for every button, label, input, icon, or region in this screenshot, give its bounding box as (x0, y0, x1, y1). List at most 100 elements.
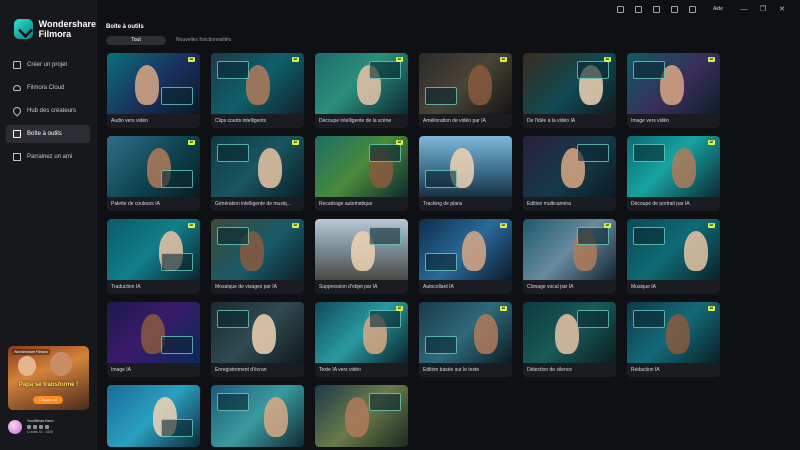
tool-thumbnail (107, 53, 200, 114)
tool-card-label: Amélioration de vidéo par IA (423, 118, 486, 124)
tool-card-screen-recording[interactable]: Enregistrement d'écran (211, 302, 304, 377)
tool-card-ai-object-removal[interactable]: Suppression d'objet par IA (315, 219, 408, 294)
badge-icon (45, 425, 49, 429)
tool-card-idea-to-video[interactable]: AI De l'idée à la vidéo IA (523, 53, 616, 128)
tool-card-ai-sticker[interactable]: AI Autocollant IA (419, 219, 512, 294)
tool-card-auto-reframe[interactable]: AI Recadrage automatique (315, 136, 408, 211)
tool-card-ai-face-mosaic[interactable]: AI Mosaïque de visages par IA (211, 219, 304, 294)
tool-card-image-to-video[interactable]: AI Image vers vidéo (627, 53, 720, 128)
gift-icon[interactable] (616, 5, 624, 13)
tool-card-row5-2[interactable] (211, 385, 304, 447)
ai-badge: AI (187, 223, 195, 228)
tool-card-planar-tracking[interactable]: Tracking de plans (419, 136, 512, 211)
headset-icon[interactable] (688, 5, 696, 13)
tool-card-label: Audio vers vidéo (111, 118, 148, 124)
tool-card-label: Palette de couleurs IA (111, 201, 160, 207)
tab-new-features[interactable]: Nouvelles fonctionnalités (166, 36, 241, 45)
tab-all[interactable]: Tout (106, 36, 166, 45)
tool-card-ai-text-to-video[interactable]: AI Texte IA vers vidéo (315, 302, 408, 377)
thumbnail-ui-panel (217, 393, 249, 411)
help-link[interactable]: Aide (713, 6, 723, 12)
tool-thumbnail (523, 53, 616, 114)
tool-card-smart-short-clips[interactable]: AI Clips courts intelligents (211, 53, 304, 128)
tool-card-label: Clips courts intelligents (215, 118, 267, 124)
user-name: Yourlifehas Neon (27, 419, 54, 423)
promo-button[interactable]: Cliquez ici (33, 396, 63, 404)
sidebar-item-creator-hub[interactable]: Hub des créateurs (6, 102, 90, 120)
badge-icon (39, 425, 43, 429)
tool-card-multicam-editing[interactable]: Édition multicaméra (523, 136, 616, 211)
titlebar: Aide — ❐ ✕ (610, 0, 800, 18)
tool-card-ai-music[interactable]: AI Musique IA (627, 219, 720, 294)
tool-thumbnail (107, 385, 200, 447)
grid-icon[interactable] (670, 5, 678, 13)
tool-card-row5-1[interactable] (107, 385, 200, 447)
ai-badge: AI (499, 223, 507, 228)
tool-card-label: Clonage vocal par IA (527, 284, 574, 290)
ai-badge: AI (187, 140, 195, 145)
tool-card-ai-video-enhancer[interactable]: AI Amélioration de vidéo par IA (419, 53, 512, 128)
tool-thumbnail (211, 219, 304, 280)
sidebar-item-create-project[interactable]: Créer un projet (6, 56, 90, 74)
badge-icon (33, 425, 37, 429)
minimize-button[interactable]: — (740, 6, 748, 13)
tab-bar: Tout Nouvelles fonctionnalités (106, 36, 241, 45)
tool-card-smart-music-generation[interactable]: AI Génération intelligente de musiq... (211, 136, 304, 211)
thumbnail-subject-image (345, 397, 369, 437)
tool-card-label: Génération intelligente de musiq... (215, 201, 291, 207)
filmora-app: Wondershare Filmora Créer un projet Film… (0, 0, 800, 450)
tool-card-label: Détection de silence (527, 367, 573, 373)
promo-banner[interactable]: Wondershare Filmora Papa se transforme !… (8, 346, 89, 410)
tool-card-silence-detection[interactable]: Détection de silence (523, 302, 616, 377)
ai-badge: AI (707, 140, 715, 145)
thumbnail-subject-image (684, 231, 708, 271)
ai-badge: AI (291, 140, 299, 145)
tool-card-text-based-editing[interactable]: AI Édition basée sur le texte (419, 302, 512, 377)
thumbnail-ui-panel (633, 310, 665, 328)
maximize-button[interactable]: ❐ (759, 5, 767, 13)
thumbnail-subject-image (555, 314, 579, 354)
thumbnail-ui-panel (161, 253, 193, 271)
ai-badge: AI (291, 223, 299, 228)
tool-card-ai-color-palette[interactable]: AI Palette de couleurs IA (107, 136, 200, 211)
tool-thumbnail (523, 302, 616, 363)
tool-card-audio-to-video[interactable]: AI Audio vers vidéo (107, 53, 200, 128)
sidebar-item-toolbox[interactable]: Boîte à outils (6, 125, 90, 143)
ai-badge: AI (603, 223, 611, 228)
ai-badge: AI (291, 57, 299, 62)
tool-card-row5-3[interactable] (315, 385, 408, 447)
tool-card-smart-scene-cut[interactable]: AI Découpe intelligente de la scène (315, 53, 408, 128)
ai-credits: Crédits IA : 1400 (27, 430, 53, 434)
cloud-icon (13, 85, 21, 91)
tool-card-ai-portrait-cutout[interactable]: AI Découpe de portrait par IA (627, 136, 720, 211)
cloud-icon[interactable] (652, 5, 660, 13)
tool-thumbnail (627, 219, 720, 280)
tool-thumbnail (315, 219, 408, 280)
tool-card-label: Autocollant IA (423, 284, 454, 290)
thumbnail-ui-panel (217, 61, 249, 79)
tool-card-ai-copywriting[interactable]: AI Rédaction IA (627, 302, 720, 377)
thumbnail-ui-panel (369, 144, 401, 162)
ai-badge: AI (187, 57, 195, 62)
tool-card-label: Image IA (111, 367, 132, 373)
tool-card-label: Texte IA vers vidéo (319, 367, 361, 373)
tool-card-ai-image[interactable]: Image IA (107, 302, 200, 377)
thumbnail-ui-panel (161, 170, 193, 188)
sidebar-item-referral[interactable]: Parrainez un ami (6, 148, 90, 166)
promo-title: Papa se transforme ! (18, 382, 79, 388)
user-account[interactable]: Yourlifehas Neon Crédits IA : 1400 (8, 414, 89, 440)
tool-card-ai-voice-cloning[interactable]: AI Clonage vocal par IA (523, 219, 616, 294)
tool-card-label: Mosaïque de visages par IA (215, 284, 277, 290)
ai-badge: AI (499, 306, 507, 311)
avatar[interactable] (8, 420, 22, 434)
ai-badge: AI (499, 57, 507, 62)
tool-card-ai-translation[interactable]: AI Traduction IA (107, 219, 200, 294)
camera-icon[interactable] (634, 5, 642, 13)
close-button[interactable]: ✕ (778, 5, 786, 13)
tool-card-label: Tracking de plans (423, 201, 463, 207)
sidebar-item-cloud[interactable]: Filmora Cloud (6, 79, 90, 97)
tool-card-label: Découpe de portrait par IA (631, 201, 690, 207)
tool-card-label: Musique IA (631, 284, 657, 290)
thumbnail-ui-panel (161, 419, 193, 437)
thumbnail-ui-panel (633, 144, 665, 162)
